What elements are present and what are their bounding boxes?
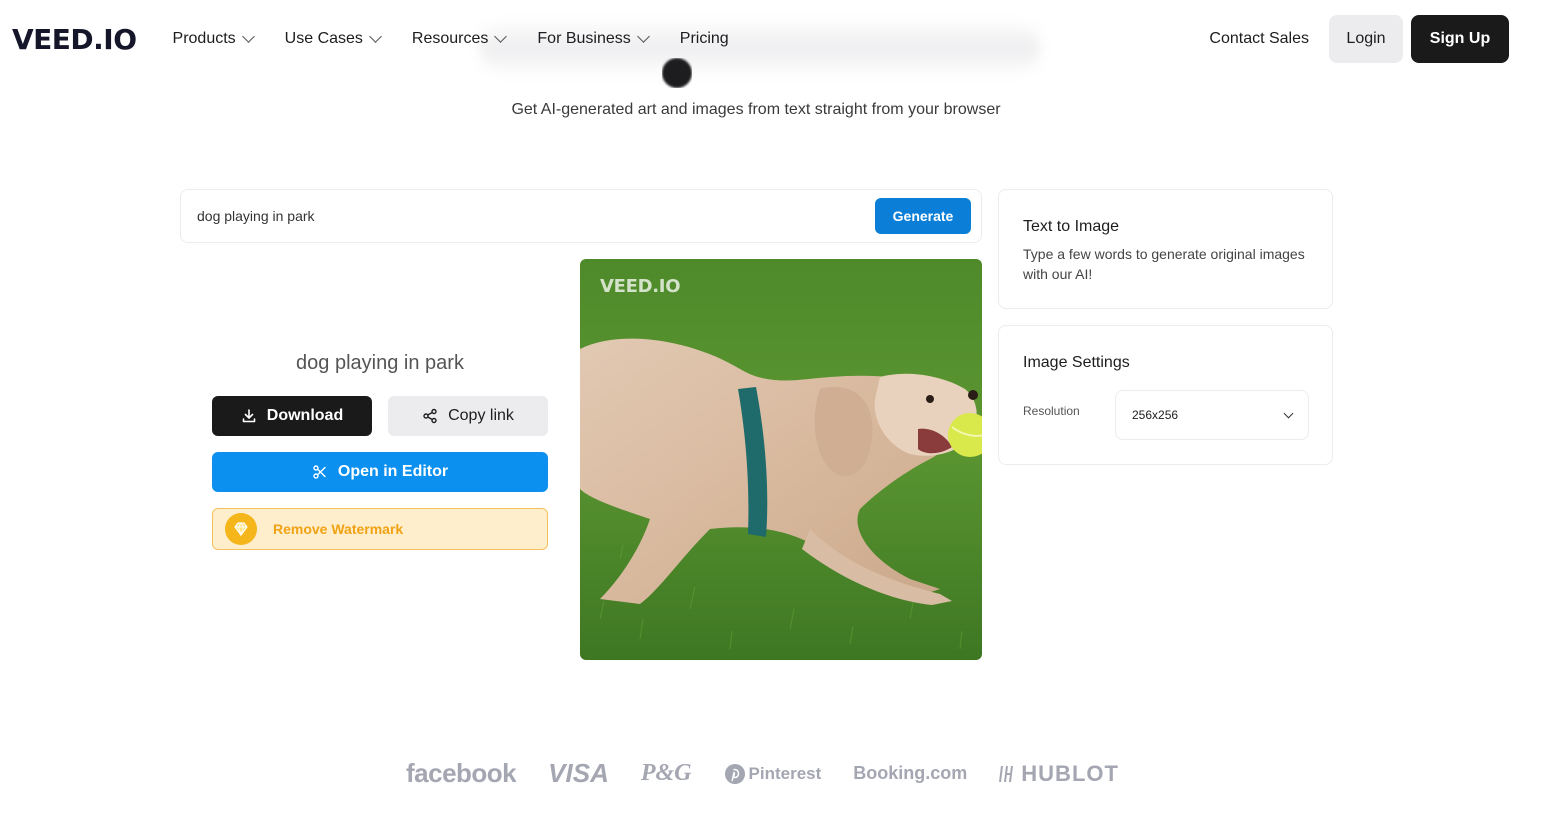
hublot-icon (999, 765, 1014, 782)
generated-image[interactable]: VEED.IO (580, 259, 982, 660)
remove-watermark-button[interactable]: Remove Watermark (212, 508, 548, 550)
hublot-logo: HUBLOT (999, 761, 1119, 787)
visa-logo: VISA (548, 758, 609, 788)
prompt-input[interactable] (197, 208, 875, 224)
facebook-logo: facebook (406, 758, 517, 788)
image-watermark: VEED.IO (600, 276, 681, 297)
hublot-logo-text: HUBLOT (1021, 760, 1119, 786)
pinterest-logo: Pinterest (724, 763, 822, 785)
login-button[interactable]: Login (1329, 15, 1403, 63)
scissors-icon (313, 465, 326, 479)
generate-button[interactable]: Generate (875, 198, 971, 234)
diamond-icon (225, 513, 257, 545)
nav-for-business[interactable]: For Business (537, 30, 650, 48)
nav-products-label: Products (172, 30, 236, 47)
nav-for-business-label: For Business (537, 30, 631, 47)
contact-sales-link[interactable]: Contact Sales (1209, 30, 1309, 48)
chevron-down-icon (241, 30, 255, 43)
booking-logo: Booking.com (853, 763, 968, 783)
share-icon (423, 408, 437, 424)
nav-resources[interactable]: Resources (411, 30, 508, 48)
signup-button[interactable]: Sign Up (1411, 15, 1509, 63)
open-in-editor-button[interactable]: Open in Editor (212, 452, 548, 492)
open-in-editor-label: Open in Editor (337, 463, 449, 480)
resolution-label: Resolution (1023, 404, 1080, 418)
pinterest-icon (724, 763, 745, 784)
nav-pricing-label: Pricing (679, 30, 729, 47)
chevron-down-icon (494, 30, 508, 43)
nav-resources-label: Resources (411, 30, 489, 47)
nav-use-cases-label: Use Cases (284, 30, 363, 47)
hero-subtitle: Get AI-generated art and images from tex… (511, 101, 1001, 118)
text-to-image-title: Text to Image (1023, 218, 1120, 235)
download-label: Download (266, 407, 344, 424)
copy-link-button[interactable]: Copy link (388, 396, 548, 436)
header-actions: Contact Sales Login Sign Up (1209, 15, 1509, 63)
nav-products[interactable]: Products (172, 30, 255, 48)
dog-with-ball-image (580, 259, 982, 660)
text-to-image-description: Type a few words to generate original im… (1023, 246, 1305, 282)
remove-watermark-label: Remove Watermark (273, 521, 404, 537)
result-caption: dog playing in park (296, 352, 464, 374)
nav-use-cases[interactable]: Use Cases (284, 30, 382, 48)
prompt-bar: Generate (180, 189, 982, 243)
chevron-down-icon (369, 30, 382, 43)
pinterest-logo-text: Pinterest (748, 763, 822, 783)
resolution-value: 256x256 (1132, 408, 1179, 422)
image-settings-card: Image Settings Resolution 256x256 (998, 325, 1333, 465)
top-navbar: VEED.IO Products Use Cases Resources For… (0, 0, 1550, 78)
download-icon (242, 409, 256, 423)
veed-logo[interactable]: VEED.IO (12, 23, 137, 56)
image-settings-title: Image Settings (1023, 354, 1130, 371)
text-to-image-card: Text to Image Type a few words to genera… (998, 189, 1333, 309)
copy-link-label: Copy link (448, 407, 514, 424)
chevron-down-icon (1283, 408, 1294, 418)
brand-logos-row: facebook VISA P&G Pinterest Booking.com … (406, 758, 1119, 789)
download-button[interactable]: Download (212, 396, 372, 436)
resolution-select[interactable]: 256x256 (1115, 390, 1309, 440)
main-nav: Products Use Cases Resources For Busines… (173, 30, 729, 48)
nav-pricing[interactable]: Pricing (680, 30, 729, 48)
pg-logo: P&G (640, 760, 692, 786)
chevron-down-icon (636, 30, 650, 43)
